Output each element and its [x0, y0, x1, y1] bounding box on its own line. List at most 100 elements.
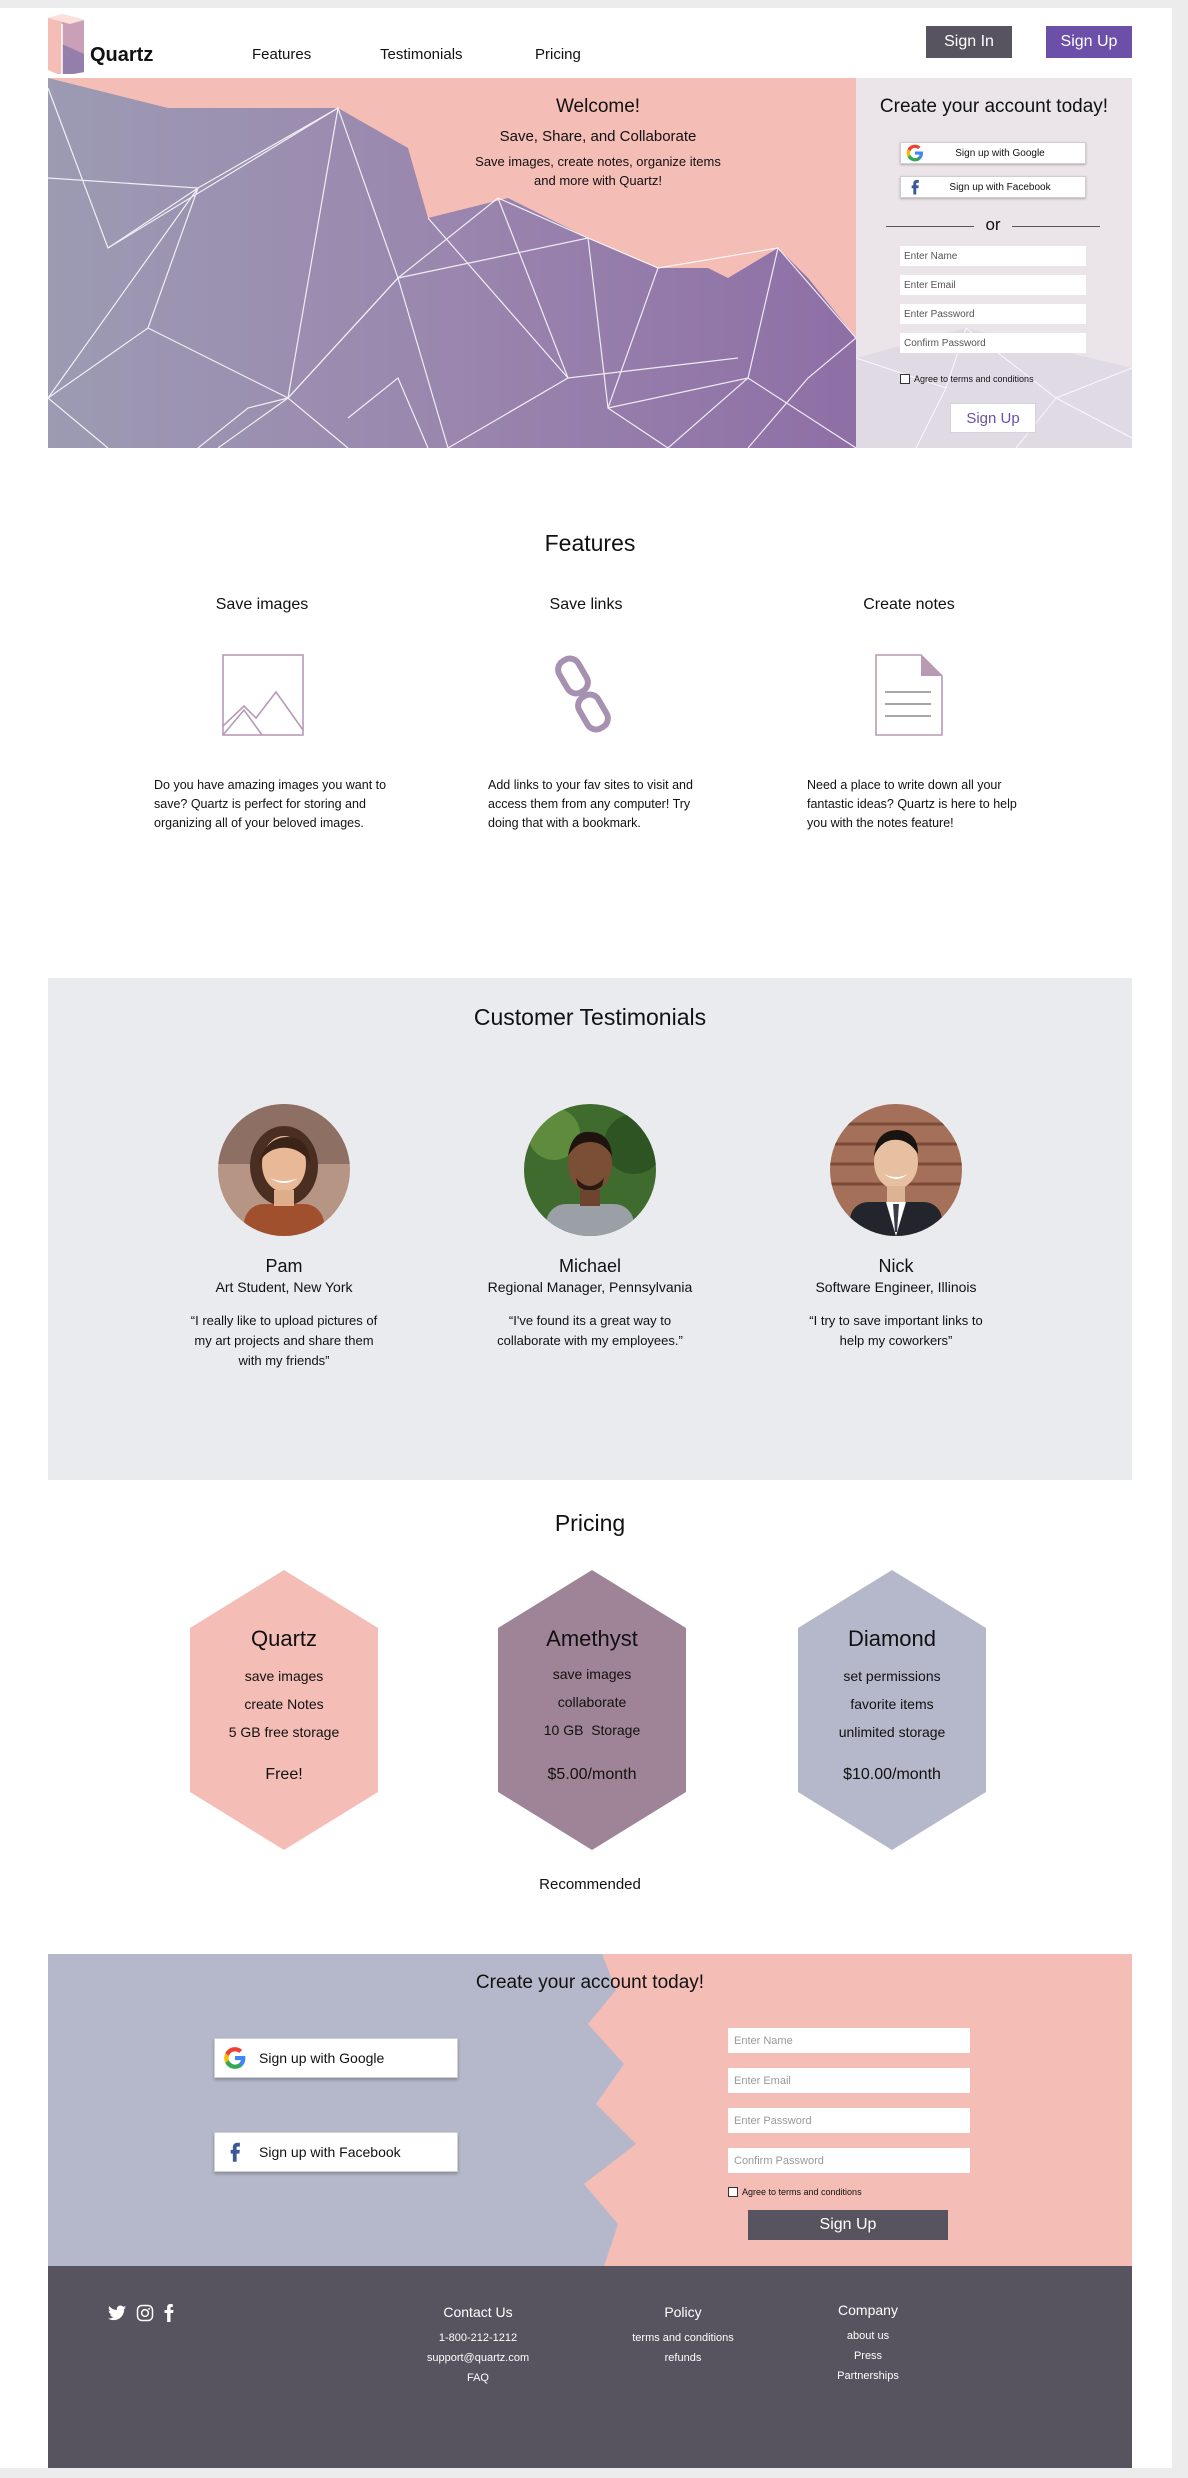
or-label: or	[985, 215, 1001, 234]
name-input-small[interactable]	[900, 246, 1086, 266]
feature-desc-save-images: Do you have amazing images you want to s…	[154, 776, 394, 833]
email-input[interactable]	[728, 2068, 970, 2093]
or-divider: or	[886, 215, 1100, 236]
feature-save-images: Save images	[142, 596, 382, 736]
footer-policy: Policy terms and conditions refunds	[618, 2304, 748, 2368]
signin-button[interactable]: Sign In	[926, 26, 1012, 58]
facebook-signup-button-small[interactable]: Sign up with Facebook	[900, 176, 1086, 198]
footer-terms[interactable]: terms and conditions	[618, 2328, 748, 2348]
feature-desc-line: you with the notes feature!	[807, 816, 954, 830]
plan-name: Quartz	[250, 1626, 318, 1651]
nav-pricing[interactable]: Pricing	[535, 46, 581, 63]
footer-press[interactable]: Press	[808, 2346, 928, 2366]
plan-feature: collaborate	[557, 1694, 627, 1710]
quartz-logo-icon[interactable]	[48, 14, 84, 74]
hero-welcome: Welcome!	[555, 96, 641, 117]
footer-phone[interactable]: 1-800-212-1212	[408, 2328, 548, 2348]
plan-feature: set permissions	[843, 1668, 941, 1684]
nav-features[interactable]: Features	[252, 46, 311, 63]
signup-button-panel[interactable]: Sign Up	[950, 403, 1036, 433]
feature-desc-line: Add links to your fav sites to visit and	[488, 778, 693, 792]
testimonial-pam: Pam Art Student, New York “I really like…	[174, 1104, 394, 1371]
hero-subtitle-line1: Save images, create notes, organize item…	[475, 154, 721, 169]
feature-desc-line: access them from any computer! Try	[488, 797, 691, 811]
features-section: Features Save images Do you have amazing…	[48, 448, 1132, 978]
quote-line: with my friends”	[238, 1353, 330, 1368]
google-signup-button-small[interactable]: Sign up with Google	[900, 142, 1086, 164]
facebook-icon[interactable]	[164, 2304, 174, 2322]
testimonial-quote: “I've found its a great way to collabora…	[480, 1311, 700, 1351]
testimonial-role: Software Engineer, Illinois	[815, 1279, 977, 1295]
bottom-signup-section: Create your account today! Sign up with …	[48, 1954, 1132, 2266]
plan-name: Amethyst	[546, 1626, 638, 1651]
footer-company: Company about us Press Partnerships	[808, 2302, 928, 2386]
nav-testimonials[interactable]: Testimonials	[380, 46, 463, 63]
note-icon	[875, 654, 943, 736]
testimonial-role: Regional Manager, Pennsylvania	[487, 1279, 693, 1295]
recommended-label: Recommended	[539, 1876, 641, 1893]
facebook-icon	[230, 2142, 240, 2162]
plan-feature: favorite items	[850, 1696, 934, 1712]
testimonials-title: Customer Testimonials	[473, 1004, 707, 1030]
plan-name: Diamond	[847, 1626, 937, 1651]
testimonials-section: Customer Testimonials Pam Art Student, N…	[48, 978, 1132, 1480]
footer-heading: Contact Us	[443, 2304, 513, 2320]
instagram-icon[interactable]	[136, 2304, 154, 2322]
terms-row-small: Agree to terms and conditions	[900, 374, 1034, 384]
facebook-signup-label: Sign up with Facebook	[949, 181, 1051, 193]
feature-desc-line: fantastic ideas? Quartz is here to help	[807, 797, 1017, 811]
email-input-small[interactable]	[900, 275, 1086, 295]
plan-quartz[interactable]: Quartz save images create Notes 5 GB fre…	[190, 1570, 378, 1850]
quote-line: “I try to save important links to	[809, 1313, 983, 1328]
plan-content: Quartz save images create Notes 5 GB fre…	[190, 1570, 378, 1784]
google-signup-button[interactable]: Sign up with Google	[214, 2038, 458, 2078]
features-title: Features	[544, 530, 636, 556]
avatar	[218, 1104, 350, 1236]
brand-name[interactable]: Quartz	[90, 44, 153, 67]
terms-checkbox[interactable]	[728, 2187, 738, 2197]
pricing-section: Pricing Quartz save images create Notes …	[48, 1480, 1132, 1954]
name-input[interactable]	[728, 2028, 970, 2053]
plan-amethyst[interactable]: Amethyst save images collaborate 10 GB S…	[498, 1570, 686, 1850]
plan-diamond[interactable]: Diamond set permissions favorite items u…	[798, 1570, 986, 1850]
feature-save-links: Save links	[466, 596, 706, 733]
signup-button-bottom[interactable]: Sign Up	[748, 2210, 948, 2240]
testimonial-michael: Michael Regional Manager, Pennsylvania “…	[480, 1104, 700, 1351]
avatar	[830, 1104, 962, 1236]
testimonial-quote: “I really like to upload pictures of my …	[174, 1311, 394, 1371]
link-icon	[555, 655, 611, 733]
confirm-password-input[interactable]	[728, 2148, 970, 2173]
feature-title: Create notes	[863, 596, 955, 613]
signup-button-header[interactable]: Sign Up	[1046, 26, 1132, 58]
password-input-small[interactable]	[900, 304, 1086, 324]
twitter-icon[interactable]	[108, 2305, 126, 2321]
plan-content: Amethyst save images collaborate 10 GB S…	[498, 1570, 686, 1784]
facebook-icon	[911, 179, 919, 195]
plan-feature: 10 GB Storage	[543, 1722, 641, 1738]
social-links	[108, 2304, 174, 2322]
footer-partnerships[interactable]: Partnerships	[808, 2366, 928, 2386]
divider-line-right	[1012, 226, 1100, 227]
password-input[interactable]	[728, 2108, 970, 2133]
google-icon	[224, 2047, 246, 2069]
feature-title: Save links	[549, 596, 623, 613]
terms-checkbox-small[interactable]	[900, 374, 910, 384]
footer-faq[interactable]: FAQ	[408, 2368, 548, 2388]
panel-title: Create your account today!	[879, 96, 1109, 117]
plan-feature: save images	[552, 1666, 632, 1682]
pricing-title: Pricing	[554, 1510, 626, 1536]
plan-price: $10.00/month	[843, 1766, 941, 1783]
footer-refunds[interactable]: refunds	[618, 2348, 748, 2368]
bottom-form-title: Create your account today!	[475, 1972, 705, 1993]
confirm-password-input-small[interactable]	[900, 333, 1086, 353]
footer-about[interactable]: about us	[808, 2326, 928, 2346]
feature-title: Save images	[215, 596, 309, 613]
footer-email[interactable]: support@quartz.com	[408, 2348, 548, 2368]
plan-price: Free!	[265, 1766, 303, 1783]
feature-desc-line: doing that with a bookmark.	[488, 816, 641, 830]
feature-desc-save-links: Add links to your fav sites to visit and…	[488, 776, 728, 833]
plan-feature: 5 GB free storage	[228, 1724, 340, 1740]
facebook-signup-button[interactable]: Sign up with Facebook	[214, 2132, 458, 2172]
plan-feature: create Notes	[244, 1696, 324, 1712]
testimonial-nick: Nick Software Engineer, Illinois “I try …	[786, 1104, 1006, 1351]
